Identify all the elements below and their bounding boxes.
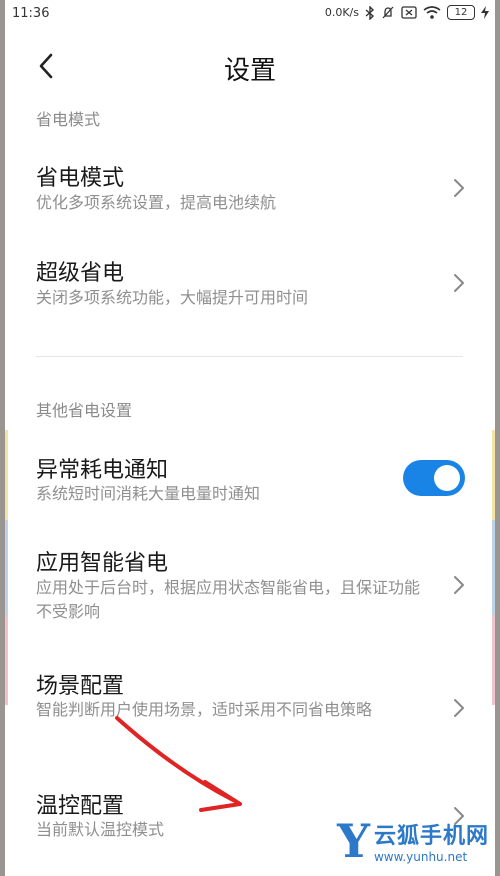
setting-scene-config[interactable]: 场景配置 智能判断用户使用场景，适时采用不同省电策略 bbox=[5, 658, 495, 758]
setting-abnormal-drain-notice[interactable]: 异常耗电通知 系统短时间消耗大量电量时通知 bbox=[5, 440, 495, 520]
item-title: 异常耗电通知 bbox=[36, 458, 169, 483]
setting-app-smart-saving[interactable]: 应用智能省电 应用处于后台时，根据应用状态智能省电，且保证功能不受影响 bbox=[5, 535, 495, 635]
watermark-url: www.yunhu.net bbox=[373, 850, 468, 864]
watermark-logo: Y bbox=[337, 814, 370, 868]
setting-ultra-power-saving[interactable]: 超级省电 关闭多项系统功能，大幅提升可用时间 bbox=[5, 245, 495, 325]
bluetooth-icon bbox=[365, 5, 375, 20]
item-desc: 优化多项系统设置，提高电池续航 bbox=[36, 193, 277, 212]
item-desc: 关闭多项系统功能，大幅提升可用时间 bbox=[36, 288, 309, 307]
status-bar: 11:36 0.0K/s 12 bbox=[5, 0, 495, 28]
watermark-name: 云狐手机网 bbox=[373, 824, 489, 849]
battery-icon: 12 bbox=[447, 5, 475, 20]
side-strip bbox=[492, 520, 495, 615]
mute-icon bbox=[381, 6, 395, 20]
close-box-icon bbox=[401, 6, 417, 19]
chevron-right-icon bbox=[454, 576, 464, 594]
toggle-knob bbox=[434, 465, 460, 491]
app-header: 设置 bbox=[5, 40, 495, 94]
watermark: Y 云狐手机网 www.yunhu.net bbox=[337, 818, 489, 864]
chevron-right-icon bbox=[454, 179, 464, 197]
section-divider bbox=[36, 356, 463, 357]
net-speed: 0.0K/s bbox=[324, 6, 359, 19]
item-title: 应用智能省电 bbox=[36, 551, 169, 576]
watermark-text: 云狐手机网 www.yunhu.net bbox=[374, 818, 489, 864]
phone-screen: 11:36 0.0K/s 12 设置 省电模式 省电模式 优化多项系统设置，提高… bbox=[5, 0, 495, 876]
side-strip bbox=[5, 430, 8, 520]
side-strip bbox=[5, 615, 8, 705]
item-desc: 系统短时间消耗大量电量时通知 bbox=[36, 484, 261, 503]
section-label-power-mode: 省电模式 bbox=[36, 110, 101, 129]
side-strip bbox=[492, 615, 495, 705]
wifi-icon bbox=[423, 6, 441, 19]
item-desc: 智能判断用户使用场景，适时采用不同省电策略 bbox=[36, 700, 373, 719]
side-strip bbox=[5, 520, 8, 615]
chevron-right-icon bbox=[454, 699, 464, 717]
chevron-right-icon bbox=[454, 274, 464, 292]
setting-power-saving-mode[interactable]: 省电模式 优化多项系统设置，提高电池续航 bbox=[5, 150, 495, 230]
item-title: 温控配置 bbox=[36, 794, 125, 819]
item-desc: 应用处于后台时，根据应用状态智能省电，且保证功能不受影响 bbox=[36, 578, 421, 621]
abnormal-drain-toggle[interactable] bbox=[403, 460, 465, 496]
item-title: 省电模式 bbox=[36, 166, 125, 191]
side-strip bbox=[492, 430, 495, 520]
charging-icon bbox=[481, 6, 489, 19]
status-time: 11:36 bbox=[12, 6, 50, 21]
page-title: 设置 bbox=[223, 56, 276, 86]
section-label-other: 其他省电设置 bbox=[36, 401, 133, 420]
status-icons: 0.0K/s 12 bbox=[325, 5, 489, 20]
frame-edge-right bbox=[495, 0, 500, 876]
item-title: 场景配置 bbox=[36, 674, 125, 699]
item-title: 超级省电 bbox=[36, 261, 125, 286]
